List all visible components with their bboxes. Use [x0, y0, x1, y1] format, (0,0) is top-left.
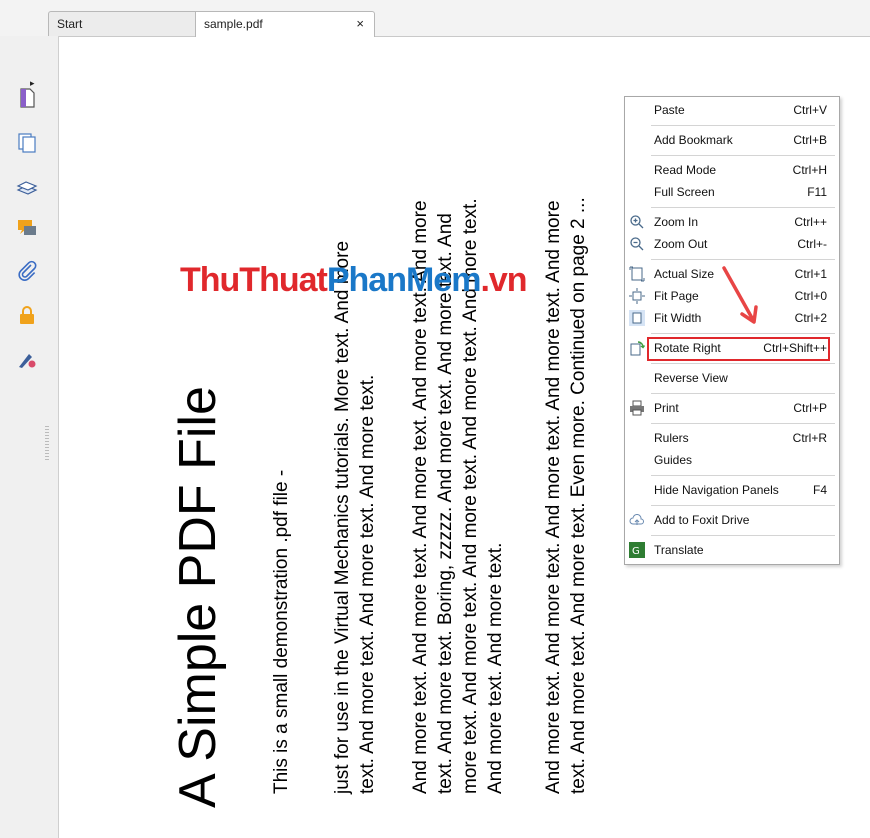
menu-item-shortcut: Ctrl++: [794, 215, 827, 229]
menu-item-shortcut: Ctrl+2: [794, 311, 827, 325]
rotate-right-highlight-box: [647, 337, 830, 361]
tab-sample-pdf-label: sample.pdf: [204, 17, 263, 31]
menu-item-label: Print: [654, 401, 679, 415]
menu-item-label: Reverse View: [654, 371, 728, 385]
menu-item-label: Zoom Out: [654, 237, 708, 251]
menu-item-zoom-in[interactable]: Zoom In Ctrl++: [625, 211, 839, 233]
menu-separator: [651, 207, 835, 208]
paragraph-1: just for use in the Virtual Mechanics tu…: [330, 241, 380, 794]
signature-icon[interactable]: [16, 348, 38, 370]
menu-separator: [651, 155, 835, 156]
tab-start-label: Start: [57, 17, 83, 31]
svg-text:G: G: [632, 546, 640, 557]
printer-icon: [630, 400, 644, 416]
cloud-upload-icon: [629, 514, 644, 525]
menu-item-shortcut: Ctrl+0: [794, 289, 827, 303]
paragraph-1-line: just for use in the Virtual Mechanics tu…: [332, 240, 353, 794]
zoom-in-icon: [630, 215, 644, 229]
menu-separator: [651, 423, 835, 424]
menu-item-label: Actual Size: [654, 267, 715, 281]
attachments-icon[interactable]: [16, 260, 38, 282]
document-subtitle: This is a small demonstration .pdf file …: [271, 469, 292, 794]
menu-item-label: Fit Width: [654, 311, 702, 325]
menu-separator: [651, 475, 835, 476]
menu-separator: [651, 505, 835, 506]
lock-icon[interactable]: [16, 304, 38, 326]
menu-item-label: Hide Navigation Panels: [654, 483, 779, 497]
watermark-part-2: PhanMem: [326, 261, 482, 299]
menu-item-shortcut: F11: [807, 185, 827, 199]
menu-item-label: Read Mode: [654, 163, 717, 177]
paragraph-1-line: text. And more text. And more text. And …: [357, 374, 378, 794]
menu-item-shortcut: Ctrl+P: [793, 401, 827, 415]
menu-item-paste[interactable]: Paste Ctrl+V: [625, 99, 839, 121]
annotation-arrow-icon: [722, 266, 758, 324]
menu-item-full-screen[interactable]: Full Screen F11: [625, 181, 839, 203]
menu-item-reverse-view[interactable]: Reverse View: [625, 367, 839, 389]
menu-item-label: Rulers: [654, 431, 689, 445]
menu-separator: [651, 259, 835, 260]
menu-item-translate[interactable]: G Translate: [625, 539, 839, 561]
tab-bar: Start sample.pdf ×: [0, 0, 870, 37]
menu-item-label: Add Bookmark: [654, 133, 733, 147]
menu-separator: [651, 393, 835, 394]
tab-sample-pdf[interactable]: sample.pdf ×: [195, 11, 375, 37]
menu-item-label: Paste: [654, 103, 685, 117]
menu-item-hide-navigation-panels[interactable]: Hide Navigation Panels F4: [625, 479, 839, 501]
menu-separator: [651, 363, 835, 364]
menu-item-shortcut: Ctrl+R: [792, 431, 827, 445]
menu-item-shortcut: Ctrl+B: [793, 133, 827, 147]
menu-separator: [651, 125, 835, 126]
menu-item-label: Zoom In: [654, 215, 699, 229]
menu-item-zoom-out[interactable]: Zoom Out Ctrl+-: [625, 233, 839, 255]
zoom-out-icon: [630, 237, 644, 251]
menu-item-label: Translate: [654, 543, 704, 557]
menu-item-shortcut: Ctrl+-: [797, 237, 827, 251]
sidebar-resize-handle[interactable]: [45, 426, 49, 460]
menu-item-label: Fit Page: [654, 289, 699, 303]
menu-item-add-to-foxit-drive[interactable]: Add to Foxit Drive: [625, 509, 839, 531]
menu-item-shortcut: Ctrl+H: [792, 163, 827, 177]
watermark-logo: ThuThuatPhanMem.vn: [180, 261, 528, 300]
layers-icon[interactable]: [16, 177, 38, 199]
menu-item-label: Add to Foxit Drive: [654, 513, 750, 527]
paragraph-3: And more text. And more text. And more t…: [541, 197, 591, 794]
fit-width-icon: [629, 310, 645, 326]
menu-item-shortcut: Ctrl+1: [794, 267, 827, 281]
menu-item-guides[interactable]: Guides: [625, 449, 839, 471]
menu-item-print[interactable]: Print Ctrl+P: [625, 397, 839, 419]
menu-item-label: Full Screen: [654, 185, 715, 199]
document-title: A Simple PDF File: [169, 386, 227, 808]
thumbnails-icon[interactable]: [16, 132, 38, 154]
comments-icon[interactable]: [16, 217, 38, 239]
menu-item-shortcut: Ctrl+V: [793, 103, 827, 117]
paragraph-3-line: text. And more text. And more text. Even…: [568, 197, 589, 794]
watermark-part-1: ThuThuat: [180, 261, 328, 299]
fit-page-icon: [629, 288, 645, 304]
menu-item-add-bookmark[interactable]: Add Bookmark Ctrl+B: [625, 129, 839, 151]
menu-item-read-mode[interactable]: Read Mode Ctrl+H: [625, 159, 839, 181]
pages-icon[interactable]: [16, 87, 38, 109]
actual-size-icon: [629, 266, 645, 282]
menu-item-label: Guides: [654, 453, 693, 467]
menu-separator: [651, 333, 835, 334]
menu-item-rulers[interactable]: Rulers Ctrl+R: [625, 427, 839, 449]
menu-separator: [651, 535, 835, 536]
translate-icon: G: [629, 542, 645, 558]
rotate-right-icon: [630, 341, 645, 356]
paragraph-3-line: And more text. And more text. And more t…: [543, 200, 564, 794]
menu-item-shortcut: F4: [812, 483, 827, 497]
watermark-part-3: .vn: [480, 261, 527, 299]
navigation-sidebar: ▸: [0, 36, 59, 838]
close-tab-icon[interactable]: ×: [356, 12, 364, 36]
tab-start[interactable]: Start: [48, 11, 198, 36]
